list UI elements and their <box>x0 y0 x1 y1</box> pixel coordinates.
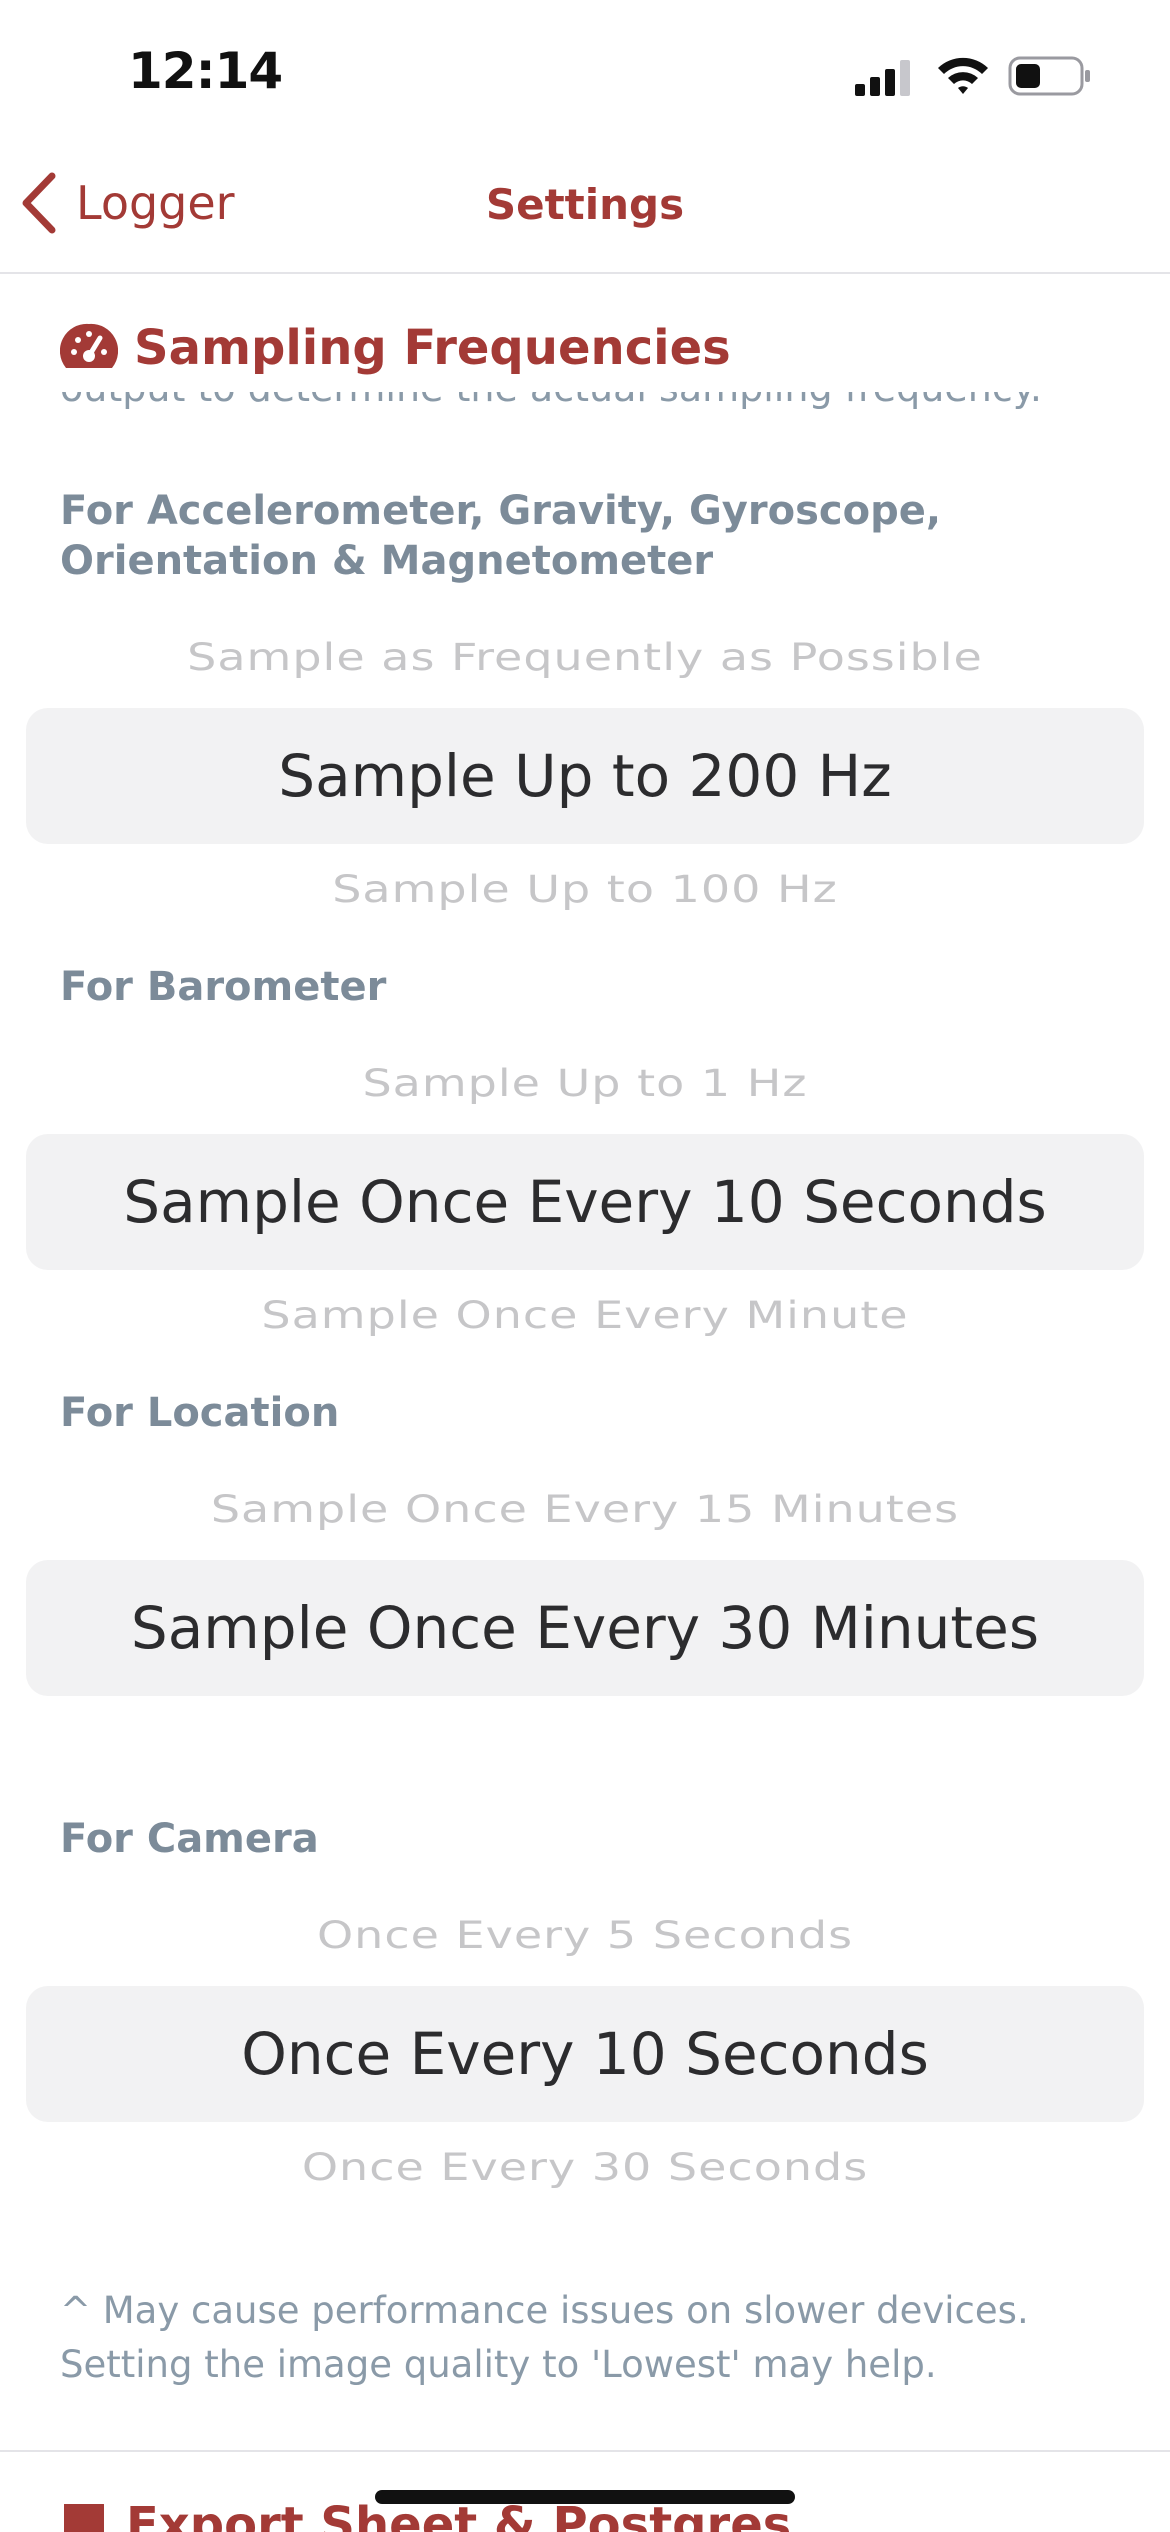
camera-picker[interactable]: Once Every 10 Seconds <box>26 1986 1144 2122</box>
motion-picker[interactable]: Sample Up to 200 Hz <box>26 708 1144 844</box>
home-indicator[interactable] <box>375 2490 795 2504</box>
nav-divider <box>0 272 1170 274</box>
section-description-clipped: output to determine the actual sampling … <box>60 392 1120 432</box>
camera-picker-selected[interactable]: Once Every 10 Seconds <box>26 1986 1144 2122</box>
barometer-picker[interactable]: Sample Once Every 10 Seconds <box>26 1134 1144 1270</box>
location-picker-selected[interactable]: Sample Once Every 30 Minutes <box>26 1560 1144 1696</box>
cellular-signal-icon <box>855 60 910 96</box>
camera-picker-option-above[interactable]: Once Every 5 Seconds <box>0 1913 1170 1957</box>
section-header: Sampling Frequencies <box>60 320 731 376</box>
camera-label: For Camera <box>60 1816 319 1862</box>
next-section-header: Export Sheet & Postgres <box>60 2504 791 2532</box>
location-label: For Location <box>60 1390 340 1436</box>
barometer-label: For Barometer <box>60 964 387 1010</box>
motion-picker-selected[interactable]: Sample Up to 200 Hz <box>26 708 1144 844</box>
location-picker[interactable]: Sample Once Every 30 Minutes <box>26 1560 1144 1696</box>
barometer-picker-option-above[interactable]: Sample Up to 1 Hz <box>0 1061 1170 1105</box>
location-picker-option-above[interactable]: Sample Once Every 15 Minutes <box>0 1487 1170 1531</box>
status-time: 12:14 <box>128 42 283 100</box>
motion-sensors-label: For Accelerometer, Gravity, Gyroscope, O… <box>60 488 942 584</box>
next-section-title: Export Sheet & Postgres <box>126 2504 792 2532</box>
section-title: Sampling Frequencies <box>134 320 731 376</box>
speedometer-icon <box>60 323 118 368</box>
section-divider <box>0 2450 1170 2452</box>
motion-picker-option-below[interactable]: Sample Up to 100 Hz <box>0 867 1170 911</box>
barometer-picker-option-below[interactable]: Sample Once Every Minute <box>0 1293 1170 1337</box>
document-icon <box>64 2504 104 2532</box>
motion-picker-option-above[interactable]: Sample as Frequently as Possible <box>0 635 1170 679</box>
page-title: Settings <box>485 180 685 229</box>
wifi-icon <box>938 57 988 94</box>
performance-footnote: ^ May cause performance issues on slower… <box>60 2289 1029 2386</box>
barometer-picker-selected[interactable]: Sample Once Every 10 Seconds <box>26 1134 1144 1270</box>
camera-picker-option-below[interactable]: Once Every 30 Seconds <box>0 2145 1170 2189</box>
battery-icon <box>1008 56 1090 96</box>
